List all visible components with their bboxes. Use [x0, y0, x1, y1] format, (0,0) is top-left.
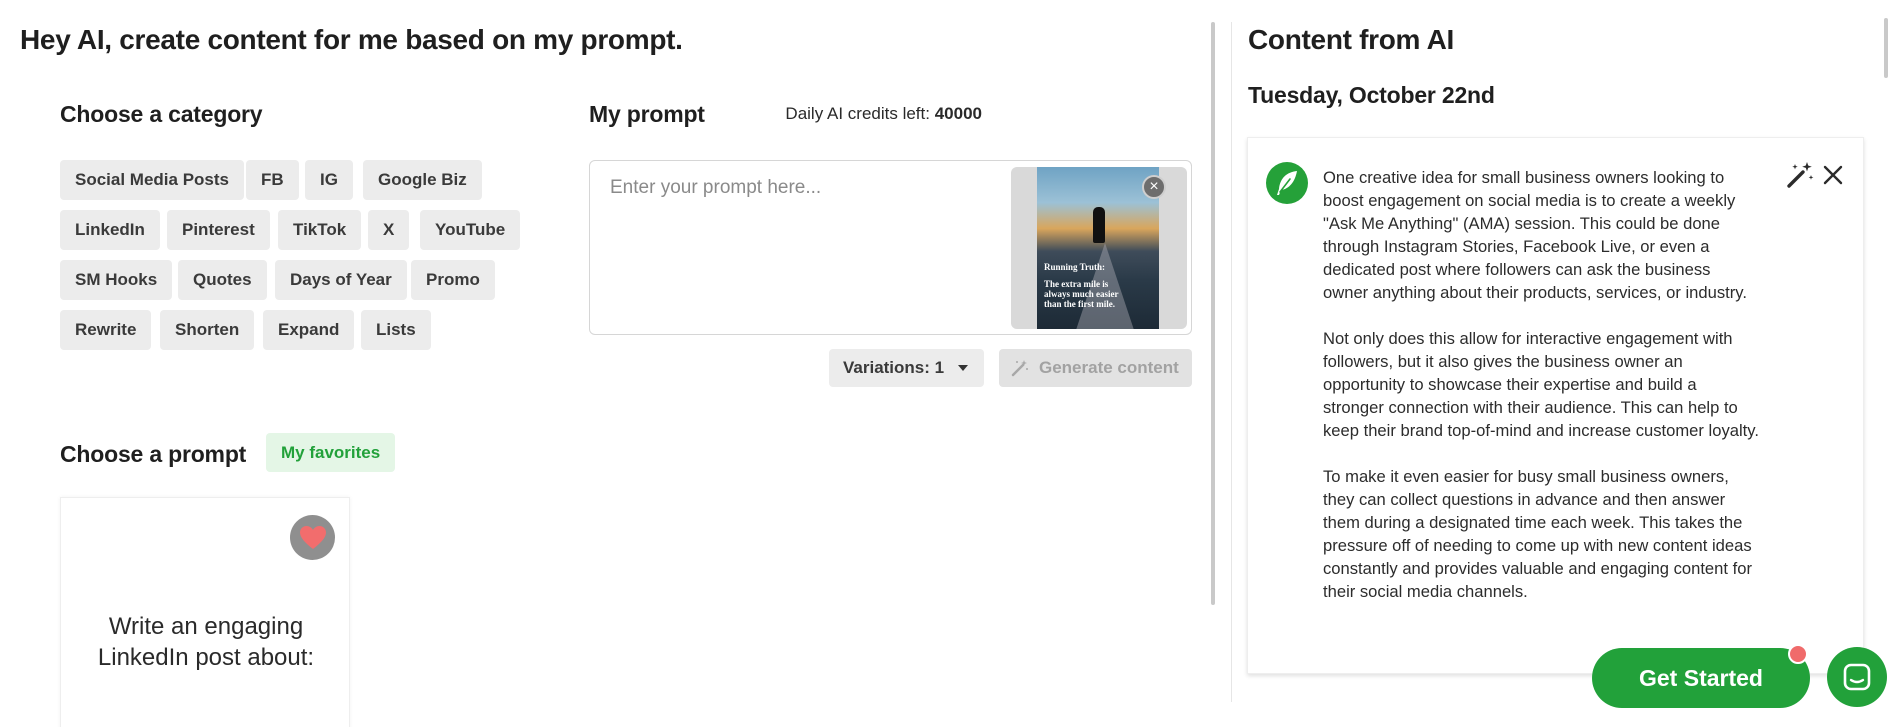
chip-quotes[interactable]: Quotes — [178, 260, 267, 300]
chip-x[interactable]: X — [368, 210, 410, 250]
variations-label: Variations: 1 — [843, 358, 945, 377]
image-text-body: The extra mile is always much easier tha… — [1044, 279, 1119, 309]
chip-rewrite[interactable]: Rewrite — [60, 310, 152, 350]
chip-google-biz[interactable]: Google Biz — [363, 160, 482, 200]
chip-pinterest[interactable]: Pinterest — [167, 210, 270, 250]
credits-label: Daily AI credits left: — [785, 104, 930, 123]
chip-social-media-posts[interactable]: Social Media Posts — [60, 160, 244, 200]
panel-divider-line — [1231, 22, 1232, 702]
generate-content-button[interactable]: Generate content — [999, 349, 1192, 387]
variations-dropdown[interactable]: Variations: 1 — [829, 349, 984, 387]
heart-icon — [300, 526, 326, 549]
my-favorites-button[interactable]: My favorites — [266, 433, 396, 472]
chip-youtube[interactable]: YouTube — [420, 210, 521, 250]
prompt-card[interactable]: Write an engaging LinkedIn post about: — [60, 497, 350, 727]
notification-badge — [1788, 644, 1808, 664]
panel-divider-scrollbar[interactable] — [1211, 22, 1215, 605]
prompt-card-text: Write an engaging LinkedIn post about: — [97, 613, 315, 671]
ai-paragraph: One creative idea for small business own… — [1323, 168, 1747, 302]
chevron-down-icon — [958, 365, 968, 371]
chat-icon — [1843, 663, 1871, 691]
ai-credits: Daily AI credits left: 40000 — [785, 104, 982, 124]
feather-icon — [1266, 162, 1308, 204]
prompt-input[interactable] — [610, 177, 990, 317]
chat-launcher-button[interactable] — [1827, 647, 1887, 707]
magic-wand-icon[interactable] — [1785, 160, 1815, 190]
chip-tiktok[interactable]: TikTok — [278, 210, 362, 250]
credits-value: 40000 — [934, 104, 982, 123]
chip-days-of-year[interactable]: Days of Year — [275, 260, 407, 300]
chip-fb[interactable]: FB — [246, 160, 299, 200]
remove-image-close-icon[interactable]: × — [1142, 175, 1166, 199]
content-date: Tuesday, October 22nd — [1248, 82, 1495, 108]
chip-lists[interactable]: Lists — [361, 310, 431, 350]
ai-paragraph: Not only does this allow for interactive… — [1323, 329, 1759, 440]
magic-wand-icon — [1011, 360, 1028, 377]
chip-promo[interactable]: Promo — [411, 260, 495, 300]
image-text-title: Running Truth: — [1044, 262, 1105, 272]
ai-content-card: One creative idea for small business own… — [1247, 137, 1864, 674]
prompt-box: Running Truth: The extra mile is always … — [589, 160, 1192, 335]
page-title: Hey AI, create content for me based on m… — [20, 24, 683, 55]
chip-sm-hooks[interactable]: SM Hooks — [60, 260, 173, 300]
category-title: Choose a category — [60, 101, 263, 127]
generate-content-label: Generate content — [1039, 358, 1179, 377]
right-panel-scrollbar[interactable] — [1884, 18, 1888, 78]
chip-expand[interactable]: Expand — [263, 310, 355, 350]
close-icon[interactable] — [1820, 162, 1846, 188]
ai-paragraph: To make it even easier for busy small bu… — [1323, 467, 1752, 601]
chip-linkedin[interactable]: LinkedIn — [60, 210, 160, 250]
get-started-button[interactable]: Get Started — [1592, 648, 1810, 708]
content-panel-title: Content from AI — [1248, 24, 1454, 55]
chip-shorten[interactable]: Shorten — [160, 310, 255, 350]
favorite-heart-button[interactable] — [290, 515, 335, 560]
chip-ig[interactable]: IG — [305, 160, 353, 200]
my-prompt-title: My prompt — [589, 101, 705, 127]
attached-image-container: Running Truth: The extra mile is always … — [1011, 167, 1187, 329]
ai-generated-text: One creative idea for small business own… — [1323, 166, 1760, 626]
attached-image: Running Truth: The extra mile is always … — [1037, 167, 1159, 329]
choose-prompt-title: Choose a prompt — [60, 441, 247, 467]
